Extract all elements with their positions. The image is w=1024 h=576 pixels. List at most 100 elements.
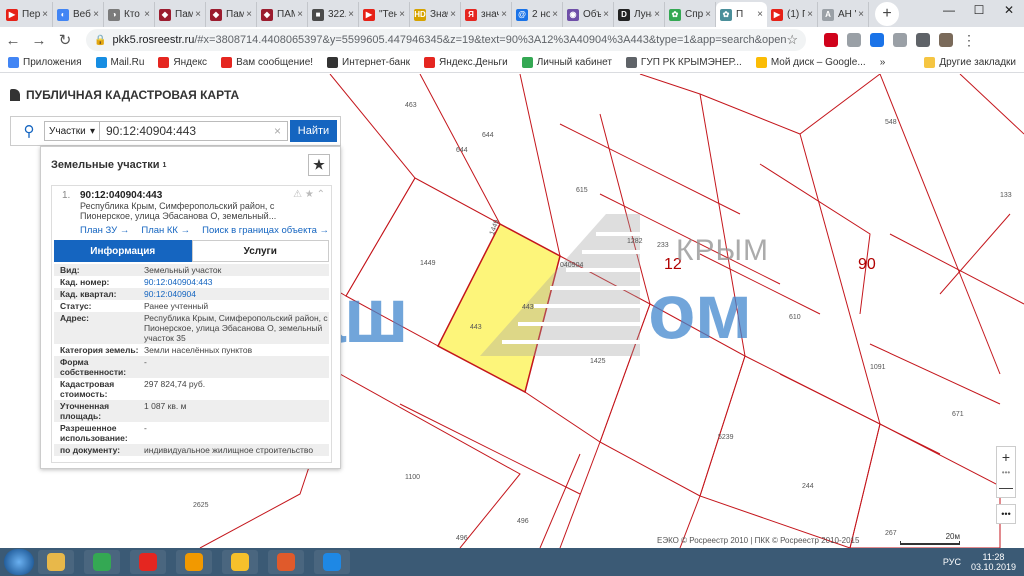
forward-button[interactable]: →	[26, 32, 52, 49]
tab-information[interactable]: Информация	[54, 240, 192, 262]
close-tab-icon[interactable]: ×	[501, 9, 507, 20]
shield-icon[interactable]	[870, 33, 884, 47]
close-tab-icon[interactable]: ×	[297, 9, 303, 20]
search-icon[interactable]: ⚲	[14, 122, 44, 140]
find-button[interactable]: Найти	[290, 120, 337, 142]
new-tab-button[interactable]: +	[875, 2, 899, 26]
zoom-out-button[interactable]: —	[997, 477, 1015, 497]
close-tab-icon[interactable]: ×	[144, 9, 150, 20]
search-input[interactable]: 90:12:40904:443 ×	[100, 121, 288, 141]
yandex-taskbar-button[interactable]	[130, 550, 166, 574]
address-row: ← → ↻ 🔒 pkk5.rosreestr.ru /#x=3808714.44…	[0, 27, 1024, 53]
browser-tab[interactable]: ▶ "Тень×	[359, 2, 410, 27]
info-key: Статус:	[60, 301, 92, 311]
circle-icon[interactable]	[893, 33, 907, 47]
browser-tab[interactable]: ◉ Объя×	[563, 2, 614, 27]
close-tab-icon[interactable]: ×	[654, 9, 660, 20]
browser-tab[interactable]: ▶ (1) П×	[767, 2, 818, 27]
back-button[interactable]: ←	[0, 32, 26, 49]
close-tab-icon[interactable]: ×	[450, 9, 456, 20]
info-value[interactable]: 90:12:040904:443	[144, 277, 329, 287]
more-tools-button[interactable]: •••	[996, 504, 1016, 524]
language-indicator[interactable]: РУС	[943, 557, 961, 567]
info-value[interactable]: 90:12:040904	[144, 289, 329, 299]
browser-tab[interactable]: ✿ П ×	[716, 2, 767, 27]
close-tab-icon[interactable]: ×	[807, 9, 813, 20]
close-tab-icon[interactable]: ×	[705, 9, 711, 20]
bookmark-item[interactable]: Вам сообщение!	[221, 57, 313, 68]
pdf-icon[interactable]	[847, 33, 861, 47]
browser-tab[interactable]: ◑ Кто с×	[104, 2, 155, 27]
ring-icon[interactable]	[916, 33, 930, 47]
browser-tab[interactable]: ◆ Памя×	[206, 2, 257, 27]
bookmark-item[interactable]: Личный кабинет	[521, 57, 612, 68]
browser-tab[interactable]: ■ 322.р×	[308, 2, 359, 27]
chrome-taskbar-button[interactable]	[84, 550, 120, 574]
bookmark-item[interactable]: Яндекс	[158, 57, 207, 68]
minimize-button[interactable]: —	[934, 0, 964, 20]
bookmark-item[interactable]: Яндекс.Деньги	[423, 57, 508, 68]
tab-services[interactable]: Услуги	[191, 240, 329, 262]
parcel-link[interactable]: Поиск в границах объекта →	[202, 225, 329, 236]
yandex-browser-taskbar-button[interactable]	[222, 550, 258, 574]
browser-tab[interactable]: ◐ Веб-×	[53, 2, 104, 27]
bookmark-item[interactable]: Приложения	[8, 57, 82, 68]
bookmark-item[interactable]: Mail.Ru	[95, 57, 144, 68]
other-bookmarks[interactable]: Другие закладки	[924, 57, 1016, 68]
parcel-number-label: 644	[456, 147, 468, 154]
address-bar[interactable]: 🔒 pkk5.rosreestr.ru /#x=3808714.44080653…	[86, 29, 806, 51]
close-tab-icon[interactable]: ×	[552, 9, 558, 20]
card-actions-icon[interactable]: ⚠ ★ ⌃	[293, 189, 325, 200]
bookmark-item[interactable]: ГУП РК КРЫМЭНЕР...	[625, 57, 742, 68]
tab-title: Памя	[226, 9, 244, 20]
profile-icon[interactable]	[939, 33, 953, 47]
browser-tab[interactable]: @2 нос×	[512, 2, 563, 27]
parcel-number-label: 496	[456, 535, 468, 542]
close-tab-icon[interactable]: ×	[757, 9, 763, 20]
cadastral-map[interactable]: 463 644 644 548 615 133 1282 233 1449 1449 040904 4…	[0, 74, 1024, 548]
explorer-taskbar-button[interactable]	[38, 550, 74, 574]
browser-tab[interactable]: ◆ Памя×	[155, 2, 206, 27]
close-tab-icon[interactable]: ×	[603, 9, 609, 20]
ie-taskbar-button[interactable]	[314, 550, 350, 574]
browser-tab[interactable]: ◆ ПАМ×	[257, 2, 308, 27]
parcel-link[interactable]: План КК →	[141, 225, 190, 236]
browser-tab[interactable]: D Луна×	[614, 2, 665, 27]
bookmarks-more-button[interactable]: »	[880, 57, 886, 68]
close-tab-icon[interactable]: ×	[42, 9, 48, 20]
bookmark-item[interactable]: Интернет-банк	[327, 57, 410, 68]
browser-tab[interactable]: HD Знач×	[410, 2, 461, 27]
zoom-in-button[interactable]: +	[997, 447, 1015, 467]
zoom-slider[interactable]: •••	[997, 467, 1015, 477]
parcel-number[interactable]: 90:12:040904:443	[80, 190, 325, 201]
close-tab-icon[interactable]: ×	[246, 9, 252, 20]
browser-tab[interactable]: A АН "×	[818, 2, 869, 27]
clock[interactable]: 11:28 03.10.2019	[971, 552, 1016, 572]
close-tab-icon[interactable]: ×	[399, 9, 405, 20]
browser-tab[interactable]: Язнача×	[461, 2, 512, 27]
close-tab-icon[interactable]: ×	[93, 9, 99, 20]
media-icon	[185, 553, 203, 571]
favicon-icon: @	[516, 8, 528, 21]
start-button[interactable]	[4, 549, 34, 575]
security-taskbar-button[interactable]	[268, 550, 304, 574]
bookmark-item[interactable]: Мой диск – Google...	[755, 57, 866, 68]
search-type-select[interactable]: Участки ▾	[44, 121, 100, 141]
close-tab-icon[interactable]: ×	[858, 9, 864, 20]
maximize-button[interactable]: ☐	[964, 0, 994, 20]
info-key: Форма собственности:	[60, 357, 127, 377]
favorite-star-button[interactable]: ★	[308, 154, 330, 176]
media-taskbar-button[interactable]	[176, 550, 212, 574]
clear-icon[interactable]: ×	[274, 124, 281, 138]
parcel-link[interactable]: План ЗУ →	[80, 225, 129, 236]
close-tab-icon[interactable]: ×	[195, 9, 201, 20]
reload-button[interactable]: ↻	[52, 31, 78, 49]
browser-tab[interactable]: ▶ Пере×	[2, 2, 53, 27]
parcel-number-label: 1282	[627, 238, 643, 245]
close-window-button[interactable]: ✕	[994, 0, 1024, 20]
close-tab-icon[interactable]: ×	[348, 9, 354, 20]
abp-icon[interactable]	[824, 33, 838, 47]
bookmark-star-icon[interactable]: ☆	[786, 32, 798, 48]
browser-menu-icon[interactable]: ⋮	[962, 32, 976, 49]
browser-tab[interactable]: ✿ Спра×	[665, 2, 716, 27]
